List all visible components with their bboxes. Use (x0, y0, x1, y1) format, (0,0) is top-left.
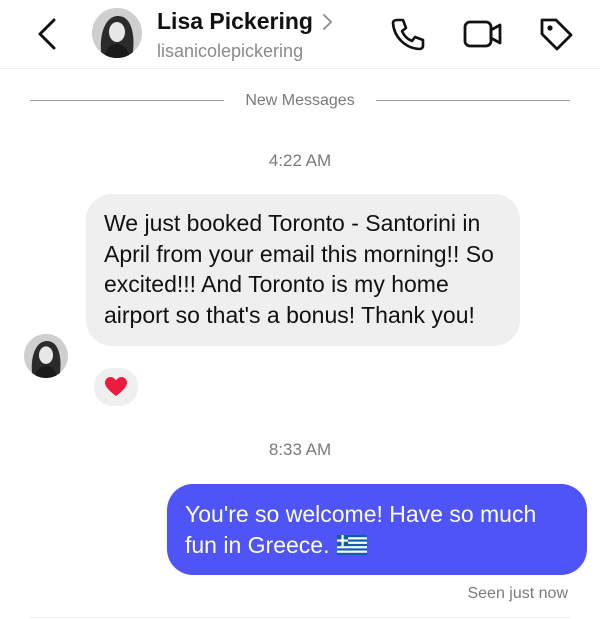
profile-photo-icon (24, 334, 68, 378)
back-arrow-icon[interactable] (30, 14, 66, 54)
profile-photo-icon (92, 8, 142, 58)
bottom-divider (30, 617, 570, 618)
seen-status: Seen just now (467, 585, 568, 602)
chat-header: Lisa Pickering lisanicolepickering (0, 0, 600, 69)
outgoing-message-bubble[interactable]: You're so welcome! Have so much fun in G… (167, 484, 587, 575)
divider-left (30, 100, 224, 101)
contact-username: lisanicolepickering (157, 41, 304, 61)
phone-icon[interactable] (388, 14, 428, 54)
sender-avatar[interactable] (24, 334, 68, 378)
chevron-right-icon (323, 13, 332, 30)
divider-right (376, 100, 570, 101)
contact-info[interactable]: Lisa Pickering lisanicolepickering (157, 8, 333, 62)
greece-flag-icon (337, 535, 368, 555)
new-messages-label: New Messages (245, 92, 355, 109)
message-timestamp: 4:22 AM (268, 151, 332, 170)
message-timestamp: 8:33 AM (268, 440, 332, 459)
heart-icon (105, 377, 127, 396)
incoming-message-text: We just booked Toronto - Santorini in Ap… (104, 210, 494, 328)
incoming-message-bubble[interactable]: We just booked Toronto - Santorini in Ap… (86, 194, 520, 346)
heart-reaction[interactable] (92, 366, 140, 408)
contact-name: Lisa Pickering (157, 8, 313, 34)
video-camera-icon[interactable] (462, 16, 504, 52)
contact-avatar[interactable] (92, 8, 142, 58)
tag-icon[interactable] (536, 14, 576, 54)
